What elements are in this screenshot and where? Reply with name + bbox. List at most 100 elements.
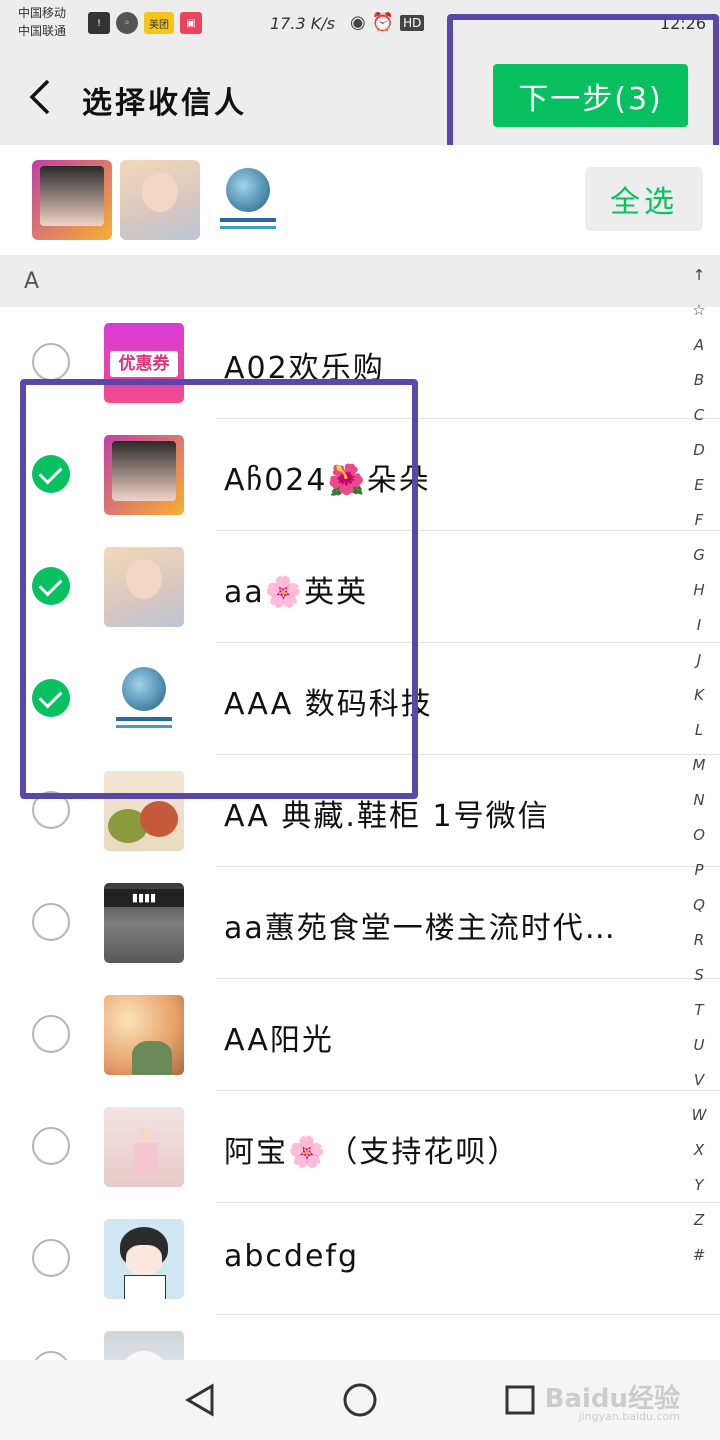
checkbox-unchecked-icon[interactable] — [32, 1239, 70, 1277]
index-letter[interactable]: L — [695, 713, 703, 748]
contact-name: AA阳光 — [224, 1023, 334, 1058]
meituan-icon: 美团 — [144, 12, 174, 34]
selected-avatar[interactable] — [208, 160, 288, 240]
index-letter[interactable]: T — [694, 993, 703, 1028]
selected-avatar[interactable] — [32, 160, 112, 240]
checkbox-unchecked-icon[interactable] — [32, 1015, 70, 1053]
contact-row[interactable]: AA 典藏.鞋柜 1号微信 — [0, 755, 720, 867]
carrier-line2: 中国联通 — [18, 24, 67, 38]
index-letter[interactable]: F — [695, 503, 704, 538]
contact-row[interactable]: aa🌸英英 — [0, 531, 720, 643]
shopping-app-icon: ▣ — [180, 12, 202, 34]
index-letter[interactable]: Y — [694, 1168, 703, 1203]
index-letter[interactable]: N — [693, 783, 704, 818]
alert-icon: ! — [88, 12, 110, 34]
index-letter[interactable]: G — [693, 538, 705, 573]
index-letter[interactable]: R — [694, 923, 704, 958]
index-letter[interactable]: O — [693, 818, 705, 853]
contact-avatar — [104, 1331, 184, 1360]
index-letter[interactable]: U — [694, 1028, 705, 1063]
contact-avatar — [104, 1219, 184, 1299]
checkbox-unchecked-icon[interactable] — [32, 1127, 70, 1165]
checkbox-unchecked-icon[interactable] — [32, 791, 70, 829]
index-letter[interactable]: ☆ — [692, 293, 705, 328]
notification-icons: ! ◦ 美团 ▣ — [88, 12, 202, 34]
contact-avatar — [104, 1107, 184, 1187]
watermark-sub: jingyan.baidu.com — [578, 1410, 680, 1423]
section-letter: A — [24, 269, 40, 294]
contact-avatar: 优惠券 — [104, 323, 184, 403]
index-letter[interactable]: H — [693, 573, 704, 608]
chevron-left-icon — [29, 79, 50, 115]
alarm-icon: ⏰ — [371, 12, 395, 33]
index-letter[interactable]: # — [693, 1238, 706, 1273]
index-letter[interactable]: E — [694, 468, 703, 503]
contact-avatar — [104, 771, 184, 851]
selected-contacts-bar: 全选 — [0, 145, 720, 255]
contact-row[interactable] — [0, 1315, 720, 1360]
contact-row[interactable]: ▮▮▮▮ aa蕙苑食堂一楼主流时代… — [0, 867, 720, 979]
contact-name: Aჩ024🌺朵朵 — [224, 463, 431, 498]
network-speed: 17.3 K/s — [270, 14, 335, 33]
checkbox-unchecked-icon[interactable] — [32, 903, 70, 941]
index-letter[interactable]: P — [694, 853, 703, 888]
triangle-back-icon — [185, 1383, 214, 1417]
nav-recent-button[interactable] — [500, 1380, 540, 1420]
index-letter[interactable]: M — [693, 748, 706, 783]
select-all-button[interactable]: 全选 — [585, 167, 703, 231]
hd-icon: HD — [400, 14, 425, 31]
contact-row[interactable]: abcdefg — [0, 1203, 720, 1315]
checkbox-unchecked-icon[interactable] — [32, 343, 70, 381]
header: 选择收信人 下一步(3) — [0, 50, 720, 144]
navigation-bar: Baidu经验 jingyan.baidu.com — [0, 1360, 720, 1440]
index-letter[interactable]: ↑ — [693, 258, 706, 293]
wechat-icon: ◦ — [116, 12, 138, 34]
contact-name: aa🌸英英 — [224, 575, 369, 610]
next-step-button[interactable]: 下一步(3) — [493, 64, 688, 127]
checkbox-unchecked-icon[interactable] — [32, 1351, 70, 1360]
nav-home-button[interactable] — [340, 1380, 380, 1420]
contact-list[interactable]: 优惠券 A02欢乐购 Aჩ024🌺朵朵 aa🌸英英 AAA 数码科技 AA 典藏.鞋柜 1… — [0, 307, 720, 1360]
status-bar: 中国移动 中国联通 ! ◦ 美团 ▣ 17.3 K/s ◉ ⏰ HD 12:26 — [0, 0, 720, 50]
back-button[interactable] — [20, 74, 60, 120]
alphabet-index[interactable]: ↑ ☆ A B C D E F G H I J K L M N O P Q R S T U V W X Y Z # — [686, 258, 712, 1273]
checkbox-checked-icon[interactable] — [32, 567, 70, 605]
index-letter[interactable]: D — [693, 433, 705, 468]
index-letter[interactable]: X — [694, 1133, 704, 1168]
contact-row[interactable]: 优惠券 A02欢乐购 — [0, 307, 720, 419]
index-letter[interactable]: I — [697, 608, 701, 643]
contact-avatar — [104, 995, 184, 1075]
circle-home-icon — [343, 1383, 377, 1417]
index-letter[interactable]: S — [694, 958, 704, 993]
index-letter[interactable]: K — [694, 678, 704, 713]
contact-row[interactable]: 阿宝🌸（支持花呗） — [0, 1091, 720, 1203]
index-letter[interactable]: J — [697, 643, 701, 678]
contact-avatar — [104, 659, 184, 739]
contact-row[interactable]: AAA 数码科技 — [0, 643, 720, 755]
contact-avatar — [104, 547, 184, 627]
selected-avatar[interactable] — [120, 160, 200, 240]
index-letter[interactable]: A — [694, 328, 704, 363]
contact-avatar: ▮▮▮▮ — [104, 883, 184, 963]
contact-row[interactable]: AA阳光 — [0, 979, 720, 1091]
index-letter[interactable]: V — [694, 1063, 704, 1098]
contact-name: A02欢乐购 — [224, 351, 385, 386]
index-letter[interactable]: C — [694, 398, 704, 433]
clock: 12:26 — [659, 14, 706, 33]
checkbox-checked-icon[interactable] — [32, 455, 70, 493]
contact-name: AAA 数码科技 — [224, 687, 433, 722]
index-letter[interactable]: Z — [694, 1203, 704, 1238]
hotspot-icon: ◉ — [350, 12, 366, 33]
contact-row[interactable]: Aჩ024🌺朵朵 — [0, 419, 720, 531]
contact-name: abcdefg — [224, 1239, 360, 1274]
nav-back-button[interactable] — [180, 1380, 220, 1420]
system-icons: ◉ ⏰ HD — [350, 12, 425, 33]
index-letter[interactable]: W — [692, 1098, 707, 1133]
page-title: 选择收信人 — [82, 86, 247, 121]
index-letter[interactable]: B — [694, 363, 704, 398]
checkbox-checked-icon[interactable] — [32, 679, 70, 717]
square-recent-icon — [505, 1385, 535, 1415]
contact-name: aa蕙苑食堂一楼主流时代… — [224, 911, 617, 946]
index-letter[interactable]: Q — [693, 888, 705, 923]
contact-name: 阿宝🌸（支持花呗） — [224, 1135, 520, 1170]
